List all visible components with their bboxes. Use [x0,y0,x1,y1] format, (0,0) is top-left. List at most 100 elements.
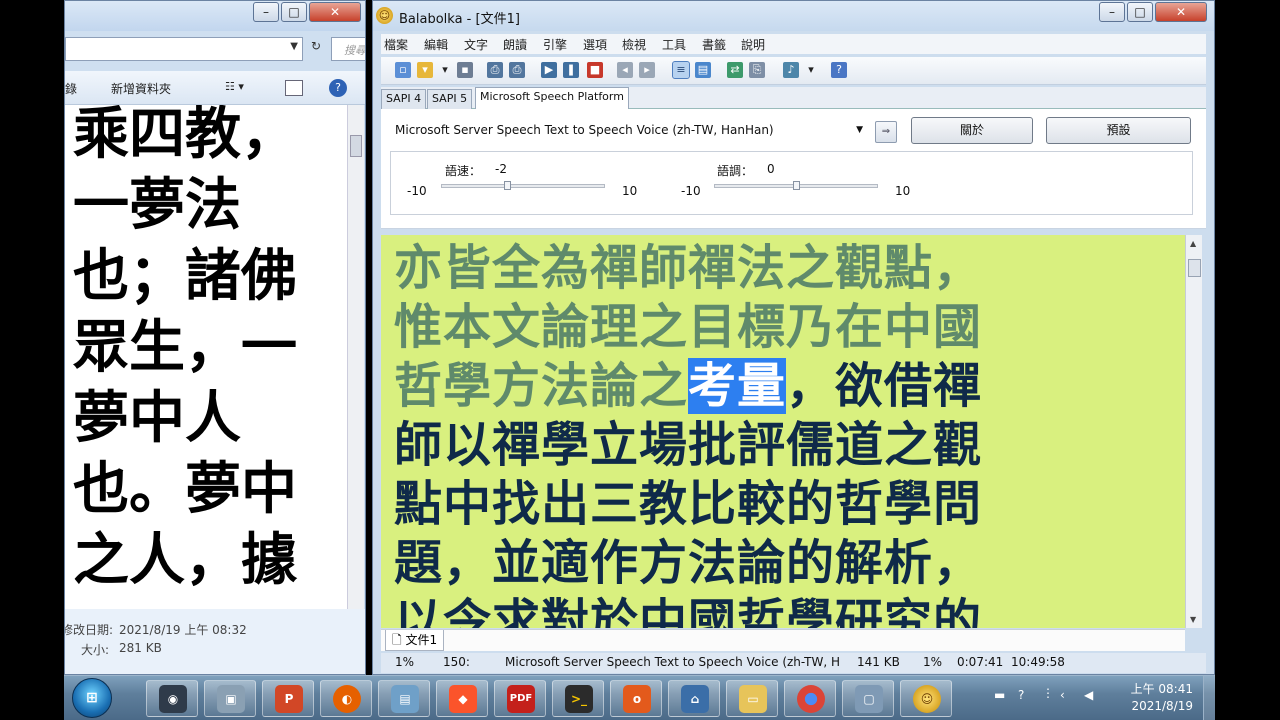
taskbar-chrome[interactable] [784,680,836,717]
skip-forward-icon[interactable]: ▸ [639,62,655,78]
close-button[interactable]: ✕ [1155,2,1207,22]
pitch-min: -10 [681,184,701,198]
preview-line: 夢中人 [73,385,241,451]
about-button[interactable]: 關於 [911,117,1033,144]
close-button[interactable]: ✕ [309,2,361,22]
brave-icon: ◆ [449,685,477,713]
pause-icon[interactable]: ❚ [563,62,579,78]
menu-file[interactable]: 檔案 [384,36,408,53]
balabolka-app-icon[interactable]: ☺ [376,7,393,24]
taskbar-network[interactable]: ⌂ [668,680,720,717]
batch-icon[interactable]: ⎘ [749,62,765,78]
menu-view[interactable]: 檢視 [622,36,646,53]
network-icon: ⌂ [681,685,709,713]
help-icon[interactable]: ? [831,62,847,78]
taskbar-pdf[interactable]: PDF [494,680,546,717]
menu-engine[interactable]: 引擎 [543,36,567,53]
scroll-up-icon[interactable]: ▲ [1190,239,1196,248]
menu-speech[interactable]: 朗讀 [503,36,527,53]
taskbar-powerpoint[interactable]: P [262,680,314,717]
firefox-icon: ◐ [333,685,361,713]
voice-settings-button[interactable]: ⇒ [875,121,897,143]
menu-tools[interactable]: 工具 [662,36,686,53]
chevron-down-icon[interactable]: ▼ [856,120,863,140]
taskbar-explorer[interactable]: ▭ [726,680,778,717]
pitch-slider-thumb[interactable] [792,181,800,190]
clipboard-icon[interactable]: ▤ [695,62,711,78]
taskbar-balabolka[interactable]: ☺ [900,680,952,717]
help-icon[interactable]: ? [1018,688,1024,702]
taskbar-firefox[interactable]: ◐ [320,680,372,717]
toolbar-item-burn[interactable]: 錄 [65,80,77,97]
scroll-thumb[interactable] [350,135,362,157]
menu-help[interactable]: 說明 [741,36,765,53]
status-bar: 1% 150: Microsoft Server Speech Text to … [381,653,1206,673]
chevron-up-icon[interactable]: ‹ [1060,688,1065,702]
network-tray-icon[interactable]: ⋮ [1042,686,1054,700]
taskbar-photos[interactable]: ▣ [204,680,256,717]
rate-value: -2 [495,162,507,176]
taskbar-notepad[interactable]: ▤ [378,680,430,717]
print-preview-icon[interactable]: ⎙ [509,62,525,78]
view-options-icon[interactable]: ☷ ▾ [225,80,244,93]
start-button[interactable]: ⊞ [72,678,112,718]
tab-sapi4[interactable]: SAPI 4 [381,89,427,109]
size-label: 大小: [81,643,110,657]
text-line: 點中找出三教比較的哲學問 [394,476,983,532]
new-folder-button[interactable]: 新增資料夾 [111,80,171,97]
document-icon: 🗋 [392,633,406,647]
taskbar-terminal[interactable]: >_ [552,680,604,717]
maximize-button[interactable]: □ [1127,2,1153,22]
taskbar-office[interactable]: o [610,680,662,717]
taskbar-brave[interactable]: ◆ [436,680,488,717]
convert-icon[interactable]: ⇄ [727,62,743,78]
clock[interactable]: 上午 08:41 2021/8/19 [1131,681,1193,715]
menu-edit[interactable]: 編輯 [424,36,448,53]
help-icon[interactable]: ? [329,79,347,97]
new-file-icon[interactable]: ▫ [395,62,411,78]
rate-slider-thumb[interactable] [503,181,511,190]
scroll-down-icon[interactable]: ▼ [1190,615,1196,624]
audio-file-icon[interactable]: ♪ [783,62,799,78]
menu-options[interactable]: 選項 [583,36,607,53]
scroll-thumb[interactable] [1188,259,1201,277]
play-icon[interactable]: ▶ [541,62,557,78]
status-percent-left: 1% [395,655,415,669]
show-desktop-button[interactable] [1203,676,1215,720]
chevron-down-icon[interactable]: ▾ [803,62,819,78]
text-view-icon[interactable]: ≡ [672,61,690,79]
status-voice: Microsoft Server Speech Text to Speech V… [505,655,840,669]
open-file-icon[interactable]: ▾ [417,62,433,78]
preview-scrollbar[interactable] [347,105,364,609]
volume-icon[interactable]: ◀ [1084,688,1093,702]
search-input[interactable]: 搜尋 桌... ⌕ [331,37,365,61]
rate-slider[interactable] [441,184,605,188]
address-bar[interactable]: ▼ [65,37,303,61]
text-editor[interactable]: 亦皆全為禪師禪法之觀點， 惟本文論理之目標乃在中國 哲學方法論之考量，欲借禪 師… [381,235,1185,628]
save-icon[interactable]: ▪ [457,62,473,78]
stop-icon[interactable]: ■ [587,62,603,78]
voice-select[interactable]: Microsoft Server Speech Text to Speech V… [390,119,868,141]
minimize-button[interactable]: – [1099,2,1125,22]
taskbar-media-center[interactable]: ◉ [146,680,198,717]
taskbar-window[interactable]: ▢ [842,680,894,717]
refresh-icon[interactable]: ↻ [305,39,327,59]
default-button[interactable]: 預設 [1046,117,1191,144]
status-percent: 1% [923,655,943,669]
balabolka-titlebar[interactable]: ☺ Balabolka - [文件1] – □ ✕ [373,1,1214,31]
minimize-button[interactable]: – [253,2,279,22]
explorer-titlebar[interactable]: – □ ✕ [65,1,365,31]
print-icon[interactable]: ⎙ [487,62,503,78]
menu-text[interactable]: 文字 [464,36,488,53]
tab-document[interactable]: 🗋 文件1 [385,630,445,651]
chevron-down-icon[interactable]: ▼ [290,41,298,52]
maximize-button[interactable]: □ [281,2,307,22]
keyboard-icon[interactable]: ▬ [994,688,1005,702]
tab-speech-platform[interactable]: Microsoft Speech Platform [475,87,629,110]
skip-back-icon[interactable]: ◂ [617,62,633,78]
menu-bookmarks[interactable]: 書籤 [702,36,726,53]
text-scrollbar[interactable]: ▲ ▼ [1185,235,1202,628]
preview-pane-icon[interactable] [285,80,303,96]
chevron-down-icon[interactable]: ▾ [437,62,453,78]
tab-sapi5[interactable]: SAPI 5 [427,89,473,109]
